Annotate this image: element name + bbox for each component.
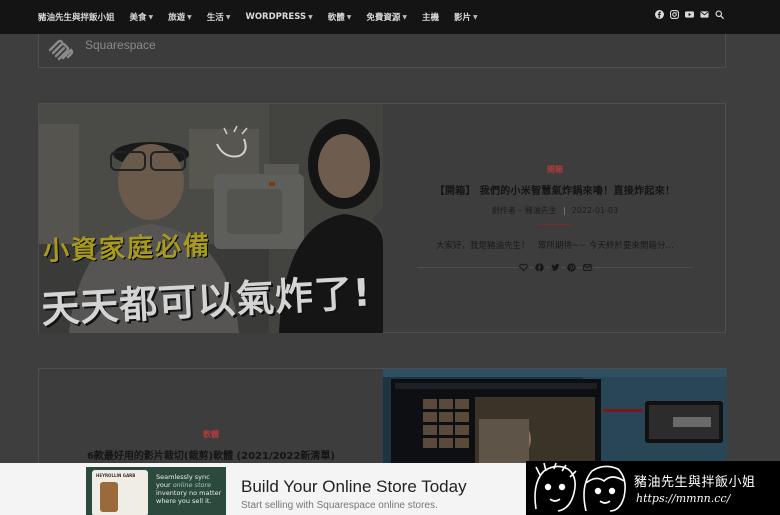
post-title[interactable]: 【開箱】 我們的小米智慧氣炸鍋來嚕！直接炸起來！ (403, 182, 707, 197)
ad-title[interactable]: Build Your Online Store Today (241, 477, 467, 497)
nav-hosting[interactable]: 主機 (422, 11, 439, 23)
post-card: 小資家庭必備 天天都可以氣炸了! 開箱 【開箱】 我們的小米智慧氣炸鍋來嚕！直接… (38, 103, 726, 333)
card-notch (372, 208, 383, 230)
chevron-down-icon: ▼ (187, 13, 192, 21)
ad-slogan-emphasis: online store (172, 481, 212, 489)
post-info: 開箱 【開箱】 我們的小米智慧氣炸鍋來嚕！直接炸起來！ 創作者 – 豬油先生 | 2… (383, 104, 727, 333)
post-info: 軟體 6款最好用的影片裁切(裁剪)軟體 (2021/2022新清單) (39, 369, 383, 469)
pinterest-icon (566, 263, 576, 272)
ad-image-slogan: Seamlessly sync your online store invent… (156, 473, 224, 505)
post-category[interactable]: 軟體 (39, 429, 383, 440)
post-card: 軟體 6款最好用的影片裁切(裁剪)軟體 (2021/2022新清單) (38, 368, 727, 469)
cartoon-faces-logo (534, 463, 626, 512)
email-icon (582, 264, 592, 271)
post-title[interactable]: 6款最好用的影片裁切(裁剪)軟體 (2021/2022新清單) (49, 447, 373, 462)
nav-wordpress[interactable]: WORDPRESS ▼ (245, 12, 312, 22)
post-thumbnail[interactable] (383, 369, 727, 469)
social-icons (655, 10, 724, 19)
post-category[interactable]: 開箱 (383, 164, 727, 175)
meta-separator: | (562, 206, 566, 215)
share-email-button[interactable] (581, 263, 593, 272)
chevron-down-icon: ▼ (308, 13, 313, 21)
top-navigation: 豬油先生與拌飯小姐 美食 ▼ 旅遊 ▼ 生活 ▼ WORDPRESS ▼ 軟體 ▼ 免費資… (0, 0, 780, 34)
ad-subtitle[interactable]: Start selling with Squarespace online st… (241, 500, 438, 511)
post-meta: 創作者 – 豬油先生 | 2022-01-03 (383, 205, 727, 216)
post-author[interactable]: 創作者 – 豬油先生 (492, 206, 557, 215)
chevron-down-icon: ▼ (473, 13, 478, 21)
nav-software-label: 軟體 (327, 13, 345, 23)
watermark-title: 豬油先生與拌飯小姐 (634, 475, 756, 490)
share-twitter-button[interactable] (549, 263, 561, 272)
chevron-down-icon: ▼ (402, 13, 407, 21)
email-icon[interactable] (700, 10, 709, 19)
post-date: 2022-01-03 (571, 206, 619, 215)
nav-videos[interactable]: 影片 ▼ (454, 11, 478, 23)
youtube-icon[interactable] (685, 10, 694, 19)
watermark-url: https://mmnn.cc/ (636, 492, 731, 505)
nav-free-resources-label: 免費資源 (366, 13, 401, 23)
nav-free-resources[interactable]: 免費資源 ▼ (366, 11, 407, 23)
nav-videos-label: 影片 (454, 13, 472, 23)
ad-slogan-part2: inventory no matter where you sell it. (156, 489, 222, 505)
nav-wordpress-label: WORDPRESS (245, 12, 307, 22)
thumbnail-caption-top: 小資家庭必備 (42, 231, 212, 267)
nav-software[interactable]: 軟體 ▼ (328, 11, 352, 23)
nav-life-label: 生活 (206, 13, 224, 23)
ad-phone-mockup: HEYROLLIN GARB (92, 470, 148, 515)
squarespace-logo-icon (48, 39, 74, 61)
nav-hosting-label: 主機 (422, 13, 440, 23)
thumbnail-photo (383, 369, 727, 469)
sponsor-banner[interactable]: Squarespace (38, 34, 726, 68)
share-facebook-button[interactable] (533, 263, 545, 272)
chevron-down-icon: ▼ (225, 13, 231, 21)
share-bar (383, 263, 727, 272)
share-pinterest-button[interactable] (565, 263, 577, 272)
twitter-icon (550, 263, 560, 271)
nav-food-label: 美食 (129, 13, 147, 23)
nav-home[interactable]: 豬油先生與拌飯小姐 (38, 11, 115, 23)
nav-travel-label: 旅遊 (168, 13, 186, 23)
chevron-down-icon: ▼ (148, 13, 154, 21)
title-divider (538, 224, 572, 225)
heart-icon (518, 263, 528, 272)
site-watermark: 豬油先生與拌飯小姐 https://mmnn.cc/ (526, 461, 780, 515)
search-icon[interactable] (715, 10, 724, 19)
sponsor-name: Squarespace (85, 38, 156, 52)
ad-image-brand: HEYROLLIN GARB (96, 473, 136, 478)
post-thumbnail[interactable]: 小資家庭必備 天天都可以氣炸了! (39, 104, 383, 333)
nav-home-label: 豬油先生與拌飯小姐 (38, 13, 115, 23)
like-button[interactable] (517, 263, 529, 272)
instagram-icon[interactable] (670, 10, 679, 19)
post-excerpt: 大家好，我是豬油先生！ 眾所期待~~ 今天終於要來開箱分… (436, 241, 674, 251)
chevron-down-icon: ▼ (346, 13, 352, 21)
ad-image: HEYROLLIN GARB Seamlessly sync your onli… (86, 467, 226, 515)
nav-travel[interactable]: 旅遊 ▼ (168, 11, 192, 23)
ad-product-image (100, 482, 118, 512)
nav-food[interactable]: 美食 ▼ (130, 11, 154, 23)
facebook-icon (534, 263, 544, 272)
facebook-icon[interactable] (655, 10, 664, 19)
nav-life[interactable]: 生活 ▼ (207, 11, 231, 23)
